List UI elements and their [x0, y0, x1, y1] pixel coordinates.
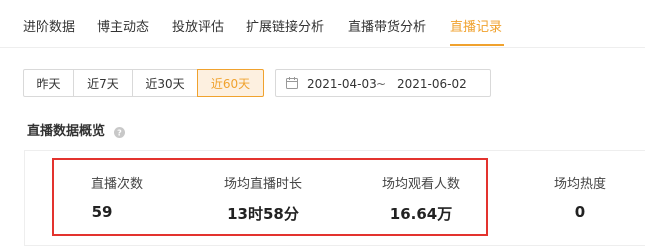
- metric-label: 场均观看人数: [381, 177, 460, 192]
- metric-label: 场均直播时长: [223, 177, 302, 192]
- tab-bar: 进阶数据 博主动态 投放评估 扩展链接分析 直播带货分析 直播记录: [0, 0, 645, 48]
- tab-blogger-activity[interactable]: 博主动态: [97, 16, 149, 35]
- metric-value: 16.64万: [389, 205, 453, 223]
- tab-placement-evaluation[interactable]: 投放评估: [172, 16, 224, 35]
- tab-extended-link-analysis[interactable]: 扩展链接分析: [246, 16, 324, 35]
- metric-value: 59: [91, 203, 113, 221]
- tab-live-sales-analysis[interactable]: 直播带货分析: [348, 16, 426, 35]
- preset-7-days-button[interactable]: 近7天: [73, 69, 133, 97]
- date-preset-group: 昨天 近7天 近30天 近60天: [23, 69, 264, 97]
- metric-value: 0: [574, 203, 586, 221]
- calendar-icon: [286, 77, 298, 92]
- date-start-value: 2021-04-03: [307, 77, 377, 91]
- tab-live-records[interactable]: 直播记录: [450, 16, 502, 35]
- highlight-box: [52, 158, 488, 236]
- question-circle-icon[interactable]: ?: [114, 123, 125, 142]
- tab-advanced-data[interactable]: 进阶数据: [23, 16, 75, 35]
- metric-label: 场均热度: [553, 177, 606, 192]
- active-tab-indicator: [450, 44, 504, 46]
- svg-text:?: ?: [117, 129, 122, 138]
- preset-yesterday-button[interactable]: 昨天: [23, 69, 74, 97]
- date-separator: ~: [376, 77, 387, 91]
- preset-60-days-button[interactable]: 近60天: [197, 69, 264, 97]
- preset-30-days-button[interactable]: 近30天: [132, 69, 198, 97]
- metric-value: 13时58分: [227, 205, 299, 223]
- date-end-value: 2021-06-02: [397, 77, 467, 91]
- metric-label: 直播次数: [90, 177, 143, 192]
- date-range-picker[interactable]: 2021-04-03 ~ 2021-06-02: [275, 69, 491, 97]
- overview-section-title: 直播数据概览: [27, 124, 106, 139]
